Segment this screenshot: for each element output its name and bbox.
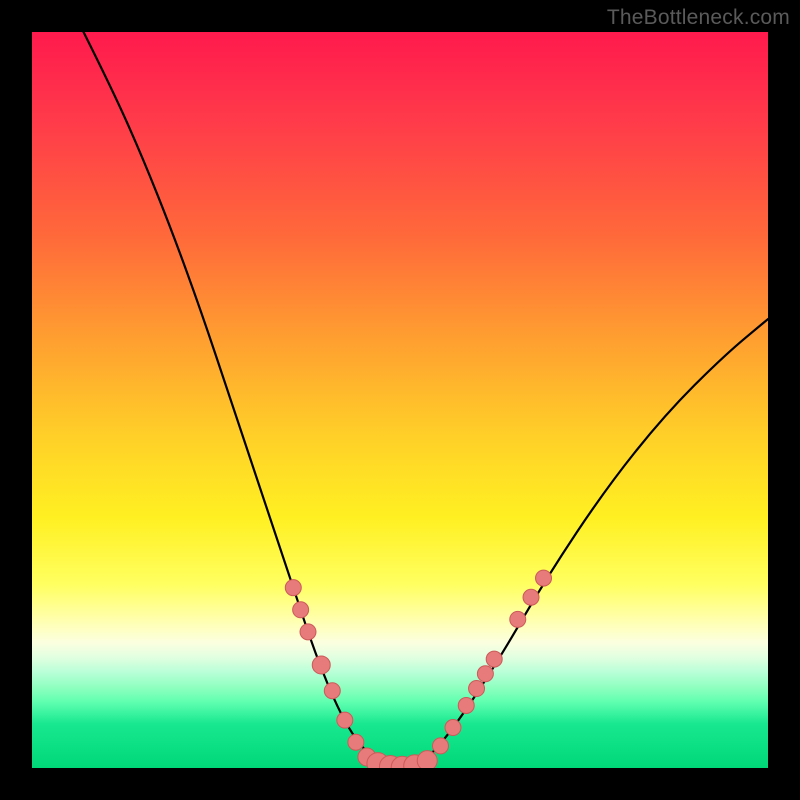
data-marker [417,751,437,768]
chart-frame: TheBottleneck.com [0,0,800,800]
data-marker [469,681,485,697]
plot-area [32,32,768,768]
data-marker [486,651,502,667]
data-marker [337,712,353,728]
data-marker [285,580,301,596]
data-marker [432,738,448,754]
chart-svg [32,32,768,768]
data-marker [458,697,474,713]
data-marker [536,570,552,586]
data-marker [348,734,364,750]
data-marker [510,611,526,627]
data-marker [324,683,340,699]
watermark-text: TheBottleneck.com [607,6,790,30]
data-marker [293,602,309,618]
data-marker [312,656,330,674]
data-marker [300,624,316,640]
data-marker [477,666,493,682]
data-marker [523,589,539,605]
data-markers [285,570,551,768]
bottleneck-curve [84,32,768,767]
data-marker [445,720,461,736]
